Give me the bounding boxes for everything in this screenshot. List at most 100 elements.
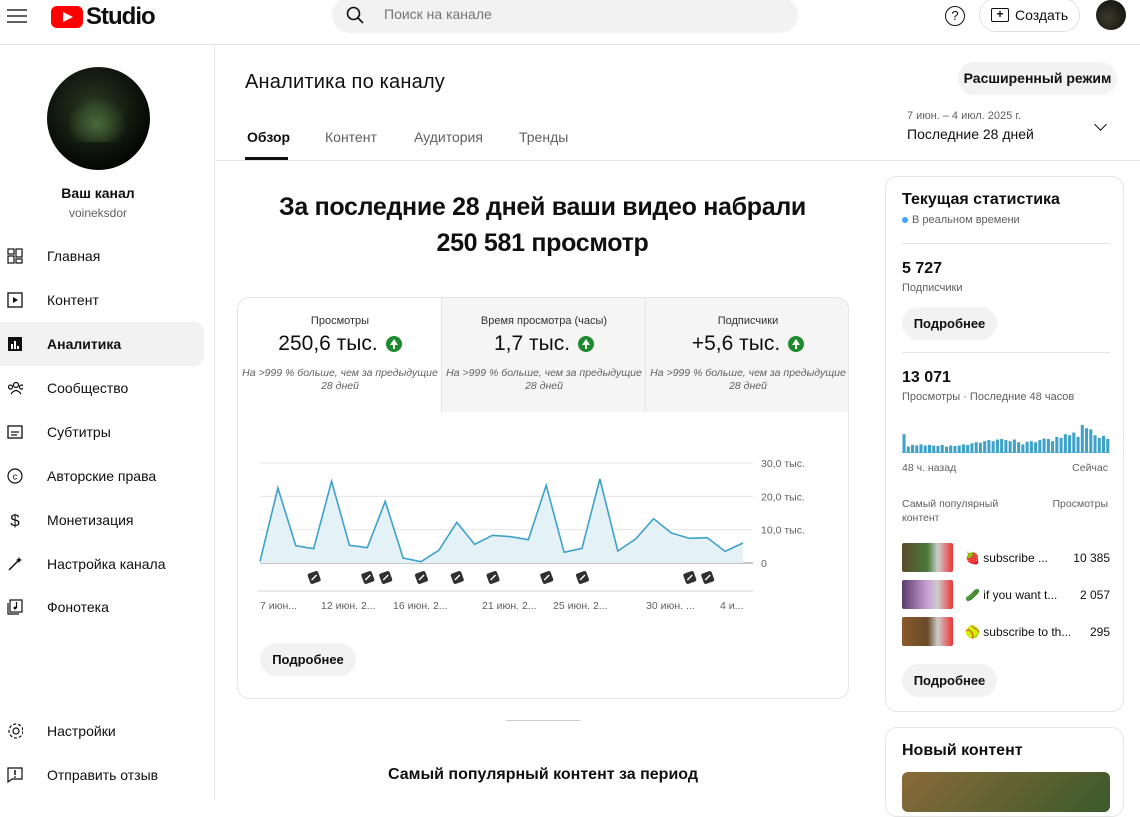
realtime-bar — [961, 444, 965, 453]
tab-trends[interactable]: Тренды — [519, 129, 568, 145]
popular-content-title: Самый популярный контент за период — [388, 766, 698, 783]
search-bar[interactable] — [332, 0, 798, 33]
analytics-icon — [7, 336, 23, 352]
sidebar-item-label: Фонотека — [47, 599, 109, 615]
video-views: 295 — [1089, 625, 1110, 639]
realtime-bar — [915, 445, 919, 453]
top-content-row[interactable]: 🍓 subscribe ... 10 385 — [902, 543, 1110, 575]
realtime-bar — [991, 441, 995, 453]
metric-note: На >999 % больше, чем за предыдущие 28 д… — [446, 367, 642, 392]
realtime-subscribers-label: Подписчики — [902, 282, 963, 294]
tab-overview[interactable]: Обзор — [247, 129, 290, 145]
search-input[interactable] — [384, 6, 764, 22]
sidebar-item-community[interactable]: Сообщество — [0, 366, 204, 410]
create-button[interactable]: + Создать — [979, 0, 1080, 32]
search-icon[interactable] — [346, 6, 364, 24]
channel-avatar[interactable] — [47, 67, 150, 170]
sidebar: Ваш канал voineksdor Главная Контент Ана… — [0, 46, 215, 800]
data-point — [473, 542, 477, 546]
date-range[interactable]: 7 июн. – 4 июл. 2025 г. — [907, 110, 1021, 122]
realtime-bar — [1025, 441, 1029, 453]
arrow-up-icon — [385, 336, 402, 352]
sidebar-item-label: Настройка канала — [47, 556, 166, 572]
arrow-up-icon — [578, 336, 595, 352]
sidebar-item-analytics[interactable]: Аналитика — [0, 322, 204, 366]
realtime-bar — [970, 443, 974, 453]
sidebar-item-audio-library[interactable]: Фонотека — [0, 585, 204, 629]
x-tick-label: 21 июн. 2... — [482, 600, 537, 612]
video-marker-icon — [361, 571, 375, 584]
metric-label: Время просмотра (часы) — [480, 315, 608, 327]
realtime-bar — [1042, 438, 1046, 453]
sidebar-item-customization[interactable]: Настройка канала — [0, 542, 204, 586]
chevron-down-icon[interactable] — [1094, 118, 1107, 131]
realtime-bar — [944, 446, 948, 453]
chart-area — [260, 479, 743, 563]
sidebar-item-label: Отправить отзыв — [47, 767, 159, 783]
overview-headline: За последние 28 дней ваши видео набрали … — [256, 189, 829, 261]
overview-card: Просмотры 250,6 тыс. На >999 % больше, ч… — [237, 297, 849, 699]
realtime-bar — [1072, 432, 1076, 453]
main-content: Аналитика по каналу Расширенный режим 7 … — [216, 46, 1140, 817]
video-marker-icon — [379, 571, 393, 584]
top-content-row[interactable]: 🥒 if you want t... 2 057 — [902, 580, 1110, 612]
realtime-title: Текущая статистика — [902, 191, 1060, 208]
tab-content[interactable]: Контент — [325, 129, 377, 145]
more-button[interactable]: Подробнее — [260, 643, 356, 676]
sidebar-item-copyright[interactable]: c Авторские права — [0, 454, 204, 498]
data-point — [580, 546, 584, 550]
create-video-icon: + — [991, 8, 1009, 22]
metric-watch-time[interactable]: Время просмотра (часы) 1,7 тыс. На >999 … — [442, 298, 646, 412]
data-point — [455, 520, 459, 524]
tabs-divider — [216, 160, 1140, 161]
video-views: 2 057 — [1079, 588, 1110, 602]
customization-icon — [7, 556, 23, 572]
sidebar-item-label: Главная — [47, 248, 101, 264]
studio-logo[interactable]: Studio — [51, 3, 156, 31]
sidebar-item-settings[interactable]: Настройки — [0, 709, 204, 753]
metric-note: На >999 % больше, чем за предыдущие 28 д… — [650, 367, 846, 392]
realtime-bar — [902, 434, 906, 453]
new-content-thumbnail[interactable] — [902, 772, 1110, 812]
realtime-more-button[interactable]: Подробнее — [902, 307, 997, 340]
sidebar-item-monetization[interactable]: $ Монетизация — [0, 498, 204, 542]
metric-value-text: 250,6 тыс. — [278, 332, 378, 355]
top-content-row[interactable]: 🥎 subscribe to th... 295 — [902, 617, 1110, 649]
sidebar-item-dashboard[interactable]: Главная — [0, 234, 204, 278]
data-point — [687, 536, 691, 540]
sidebar-item-subtitles[interactable]: Субтитры — [0, 410, 204, 454]
sidebar-item-label: Субтитры — [47, 424, 111, 440]
data-point — [705, 536, 709, 540]
realtime-bars-chart[interactable] — [902, 423, 1110, 453]
data-point — [598, 477, 602, 481]
menu-icon[interactable] — [7, 9, 27, 25]
video-marker-icon — [701, 571, 715, 584]
help-icon[interactable]: ? — [945, 6, 965, 26]
sidebar-item-content[interactable]: Контент — [0, 278, 204, 322]
tab-audience[interactable]: Аудитория — [414, 129, 483, 145]
data-point — [365, 546, 369, 550]
views-chart[interactable]: 30,0 тыс. 20,0 тыс. 10,0 тыс. 0 7 июн... 12 и… — [238, 448, 849, 668]
data-point — [562, 550, 566, 554]
realtime-bar — [987, 440, 991, 453]
video-title: 🥒 if you want t... — [965, 588, 1058, 602]
sidebar-item-feedback[interactable]: Отправить отзыв — [0, 753, 204, 797]
date-period-select[interactable]: Последние 28 дней — [907, 126, 1034, 142]
advanced-mode-button[interactable]: Расширенный режим — [958, 62, 1117, 95]
account-avatar[interactable] — [1096, 0, 1126, 30]
realtime-bar — [949, 445, 953, 453]
sidebar-item-label: Аналитика — [47, 336, 122, 352]
video-marker-icon — [307, 571, 321, 584]
metric-views[interactable]: Просмотры 250,6 тыс. На >999 % больше, ч… — [238, 298, 442, 412]
data-point — [312, 547, 316, 551]
data-point — [723, 549, 727, 553]
realtime-bar — [923, 445, 927, 453]
data-point — [616, 549, 620, 553]
metric-subscribers[interactable]: Подписчики +5,6 тыс. На >999 % больше, ч… — [646, 298, 848, 412]
realtime-more-button-2[interactable]: Подробнее — [902, 664, 997, 697]
video-title: 🍓 subscribe ... — [965, 551, 1048, 565]
svg-text:c: c — [13, 472, 18, 482]
realtime-bar — [1076, 436, 1080, 453]
video-marker-icon — [415, 571, 428, 584]
data-point — [419, 560, 423, 564]
